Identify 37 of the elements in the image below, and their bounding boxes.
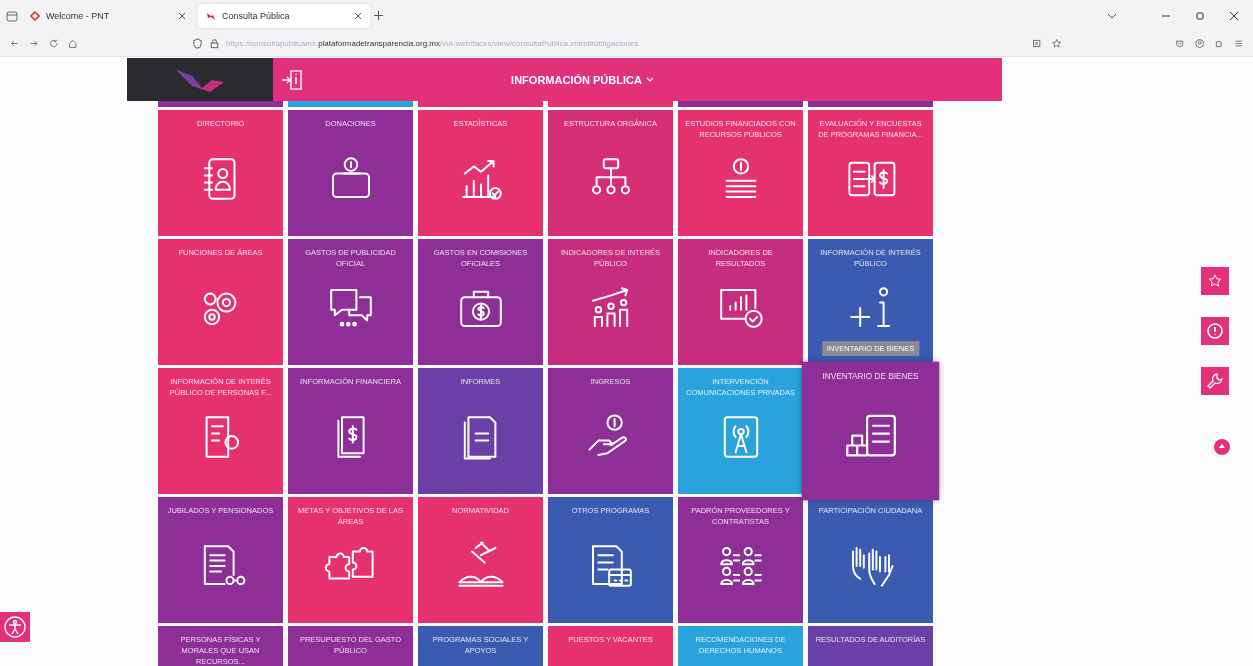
tab-list-icon[interactable] [6, 9, 18, 22]
favorites-button[interactable] [1201, 267, 1229, 295]
logo-icon [206, 10, 216, 21]
new-tab-icon[interactable] [374, 11, 383, 20]
close-icon[interactable] [178, 11, 186, 20]
accessibility-button[interactable] [0, 612, 30, 642]
lock-icon[interactable] [209, 38, 221, 49]
browser-tab[interactable]: Consulta Pública [198, 3, 370, 28]
back-icon[interactable] [10, 38, 20, 49]
browser-tab[interactable]: Welcome - PNT [22, 3, 194, 28]
wrench-icon [1206, 372, 1224, 390]
exclamation-icon [1206, 322, 1224, 340]
home-icon[interactable] [68, 38, 78, 49]
login-icon[interactable] [281, 68, 303, 91]
close-icon[interactable] [1229, 10, 1239, 21]
accessibility-icon [3, 615, 27, 639]
reader-icon[interactable] [1032, 38, 1042, 49]
alert-button[interactable] [1201, 317, 1229, 345]
chevron-icon[interactable] [1107, 11, 1117, 20]
reload-icon[interactable] [48, 38, 59, 49]
forward-icon[interactable] [29, 38, 39, 49]
tools-button[interactable] [1201, 367, 1229, 395]
star-icon [1207, 273, 1223, 289]
pocket-icon[interactable] [1175, 38, 1185, 49]
menu-icon[interactable] [1233, 38, 1244, 49]
shield-icon[interactable] [192, 38, 204, 49]
caret-icon [645, 76, 654, 83]
maximize-icon[interactable] [1195, 10, 1205, 21]
scroll-up-button[interactable] [1214, 439, 1230, 455]
star-icon[interactable] [1051, 38, 1061, 49]
close-icon[interactable] [354, 11, 362, 20]
logo[interactable] [127, 58, 273, 101]
diamond-icon [30, 10, 40, 21]
category-tile[interactable]: INVENTARIO DE BIENES [801, 361, 940, 501]
account-icon[interactable] [1194, 38, 1205, 49]
extensions-icon[interactable] [1214, 38, 1224, 49]
arrow-up-icon [1218, 443, 1226, 451]
